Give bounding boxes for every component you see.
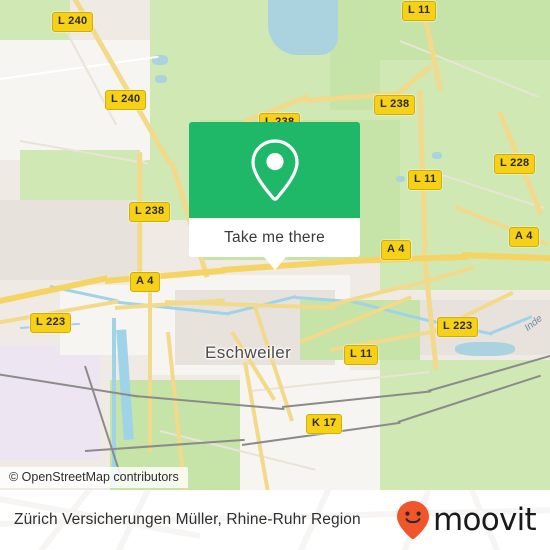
place-label: Eschweiler: [205, 343, 292, 362]
moovit-wordmark: moovit: [432, 501, 537, 538]
road-shield: L 228: [494, 154, 536, 174]
road-shield: L 11: [408, 170, 443, 190]
moovit-logo[interactable]: moovit: [396, 500, 537, 540]
road-shield: L 240: [105, 90, 147, 110]
map-water-pond: [432, 152, 442, 159]
moovit-pin-icon: [396, 501, 429, 540]
map-water-lake: [268, 0, 338, 55]
popup-header: [189, 122, 360, 218]
map-landuse-special: [0, 345, 100, 460]
popup-footer[interactable]: Take me there: [189, 218, 360, 257]
map-road-central-vertical: [148, 272, 152, 452]
road-shield: L 238: [374, 95, 416, 115]
map-canvas[interactable]: L 240L 11L 240L 238L 238L 228L 11L 238A …: [0, 0, 550, 490]
footer-bar: Zürich Versicherungen Müller, Rhine-Ruhr…: [0, 490, 550, 550]
map-road-A4: [221, 257, 352, 273]
road-shield: L 223: [437, 317, 479, 337]
road-shield: K 17: [306, 414, 343, 434]
road-shield: L 11: [402, 1, 437, 21]
map-water-pond: [155, 75, 167, 83]
road-shield: A 4: [381, 240, 411, 260]
map-water-pond: [396, 176, 405, 182]
road-shield: A 4: [509, 227, 539, 247]
road-shield: L 240: [52, 12, 94, 32]
footer-place-title: Zürich Versicherungen Müller, Rhine-Ruhr…: [14, 511, 361, 528]
road-shield: L 223: [30, 313, 72, 333]
map-landuse-residential: [0, 200, 140, 280]
moovit-map-page: L 240L 11L 240L 238L 238L 228L 11L 238A …: [0, 0, 550, 550]
osm-attribution[interactable]: © OpenStreetMap contributors: [0, 467, 188, 488]
location-popup-card[interactable]: Take me there: [189, 122, 360, 270]
road-shield: L 11: [344, 345, 379, 365]
take-me-there-label: Take me there: [224, 228, 325, 246]
map-water-lake: [455, 342, 515, 356]
road-shield: L 238: [129, 202, 171, 222]
popup-pointer-tail: [263, 257, 286, 270]
road-shield: A 4: [130, 272, 160, 292]
map-pin-icon: [250, 139, 299, 201]
